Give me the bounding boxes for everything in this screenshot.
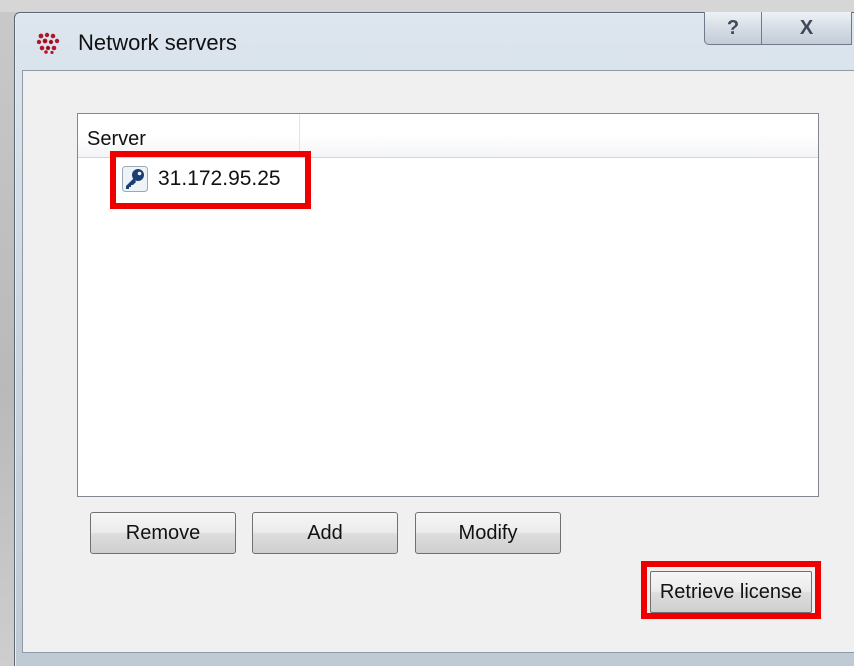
column-header-filler [300, 114, 818, 157]
help-icon: ? [726, 16, 740, 39]
list-header: Server [78, 114, 818, 158]
close-button[interactable]: X [762, 12, 852, 45]
modify-button[interactable]: Modify [415, 512, 561, 554]
close-icon: X [799, 16, 814, 39]
caption-buttons: ? X [704, 12, 854, 46]
dialog-content: Server 31.172.95.25 Remove Add Modify Re… [22, 70, 854, 653]
server-address: 31.172.95.25 [158, 167, 281, 190]
column-header-server[interactable]: Server [78, 114, 300, 157]
app-icon [36, 32, 60, 54]
list-item[interactable]: 31.172.95.25 [122, 162, 281, 196]
add-button[interactable]: Add [252, 512, 398, 554]
key-icon [122, 166, 148, 192]
retrieve-license-button[interactable]: Retrieve license [650, 571, 812, 613]
desktop-background [0, 0, 854, 12]
remove-button[interactable]: Remove [90, 512, 236, 554]
help-button[interactable]: ? [704, 12, 762, 45]
title-bar[interactable]: Network servers ? X [14, 12, 854, 70]
server-list[interactable]: Server 31.172.95.25 [77, 113, 819, 497]
window-title: Network servers [78, 30, 237, 55]
